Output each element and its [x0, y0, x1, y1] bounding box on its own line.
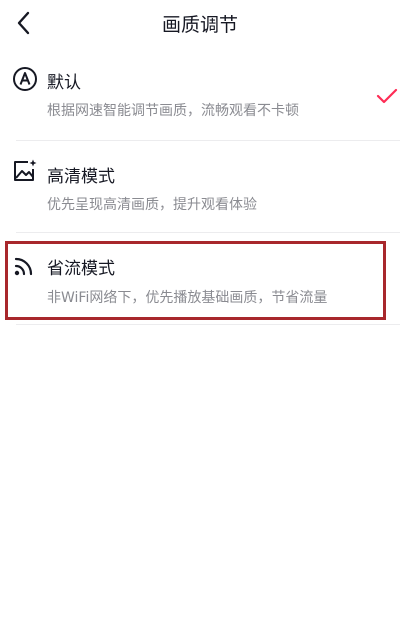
back-button[interactable]: [8, 7, 40, 39]
signal-waves-icon: [12, 253, 38, 279]
option-description: 非WiFi网络下，优先播放基础画质，节省流量: [47, 290, 328, 306]
page-title: 画质调节: [161, 14, 238, 36]
check-icon: [376, 88, 398, 104]
divider: [16, 232, 400, 233]
option-default[interactable]: 默认 根据网速智能调节画质，流畅观看不卡顿: [0, 60, 400, 140]
option-data-saver[interactable]: 省流模式 非WiFi网络下，优先播放基础画质，节省流量: [0, 244, 400, 320]
option-title: 省流模式: [47, 259, 115, 279]
quality-settings-screen: 画质调节 默认 根据网速智能调节画质，流畅观看不卡顿 高清模式 优先呈现高清画质…: [0, 0, 400, 627]
auto-a-icon: [12, 66, 38, 92]
option-title: 高清模式: [47, 167, 115, 187]
option-hd[interactable]: 高清模式 优先呈现高清画质，提升观看体验: [0, 150, 400, 230]
divider: [16, 140, 400, 141]
header: 画质调节: [0, 0, 400, 48]
hd-image-icon: [12, 158, 38, 184]
chevron-left-icon: [17, 11, 30, 35]
divider: [16, 324, 400, 325]
option-description: 优先呈现高清画质，提升观看体验: [47, 197, 257, 213]
option-title: 默认: [47, 73, 81, 93]
option-description: 根据网速智能调节画质，流畅观看不卡顿: [47, 103, 299, 119]
